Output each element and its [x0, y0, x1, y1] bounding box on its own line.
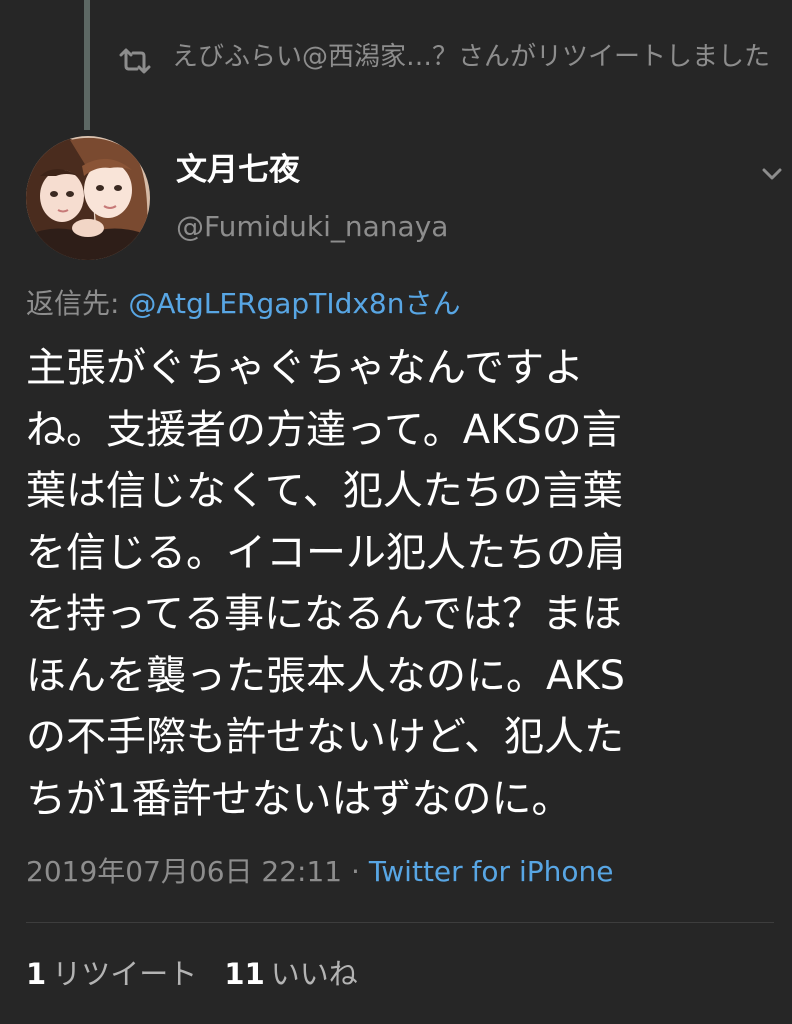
- divider: [26, 922, 774, 923]
- tweet-meta: 2019年07月06日 22:11 · Twitter for iPhone: [26, 852, 613, 892]
- reply-target-link[interactable]: @AtgLERgapTIdx8nさん: [128, 287, 460, 320]
- retweet-count-link[interactable]: 1 リツイート: [26, 953, 197, 995]
- reply-label: 返信先:: [26, 287, 129, 320]
- tweet-text-line: ほんを襲った張本人なのに。AKS: [26, 652, 625, 699]
- tweet-text-line: ちが1番許せないはずなのに。: [26, 775, 572, 822]
- like-count-link[interactable]: 11 いいね: [224, 953, 357, 995]
- thread-connector-line: [84, 0, 90, 130]
- reply-context: 返信先: @AtgLERgapTIdx8nさん: [26, 284, 460, 324]
- retweet-icon: [119, 48, 151, 74]
- tweet-text-line: の不手際も許せないけど、犯人た: [26, 714, 624, 760]
- tweet-text-line: 葉は信じなくて、犯人たちの言葉: [26, 468, 623, 514]
- retweet-notice-text: えびふらい@西潟家…？さんがリツイートしました: [172, 42, 771, 72]
- tweet-timestamp[interactable]: 2019年07月06日 22:11: [26, 855, 342, 888]
- avatar-photo: [26, 136, 150, 260]
- chevron-down-icon[interactable]: [754, 156, 790, 192]
- retweet-count: 1: [26, 957, 47, 991]
- tweet-source-link[interactable]: Twitter for iPhone: [369, 855, 614, 888]
- retweet-notice[interactable]: えびふらい@西潟家…？さんがリツイートしました: [118, 38, 778, 76]
- author-display-name[interactable]: 文月七夜: [176, 150, 300, 190]
- tweet-text-line: ね。支援者の方達って。AKSの言: [26, 406, 622, 453]
- avatar[interactable]: [26, 136, 150, 260]
- retweet-label: リツイート: [52, 957, 198, 991]
- author-handle[interactable]: @Fumiduki_nanaya: [176, 208, 448, 246]
- tweet-text-line: を持ってる事になるんでは？まほ: [26, 591, 622, 637]
- tweet-text-line: を信じる。イコール犯人たちの肩: [26, 529, 626, 576]
- tweet-text: 主張がぐちゃぐちゃなんですよ ね。支援者の方達って。AKSの言 葉は信じなくて、…: [26, 338, 772, 830]
- like-count: 11: [224, 957, 265, 991]
- tweet-stats: 1 リツイート 11 いいね: [26, 953, 376, 995]
- tweet-text-line: 主張がぐちゃぐちゃなんですよ: [26, 345, 584, 391]
- like-label: いいね: [270, 957, 358, 991]
- meta-separator: ·: [342, 855, 369, 888]
